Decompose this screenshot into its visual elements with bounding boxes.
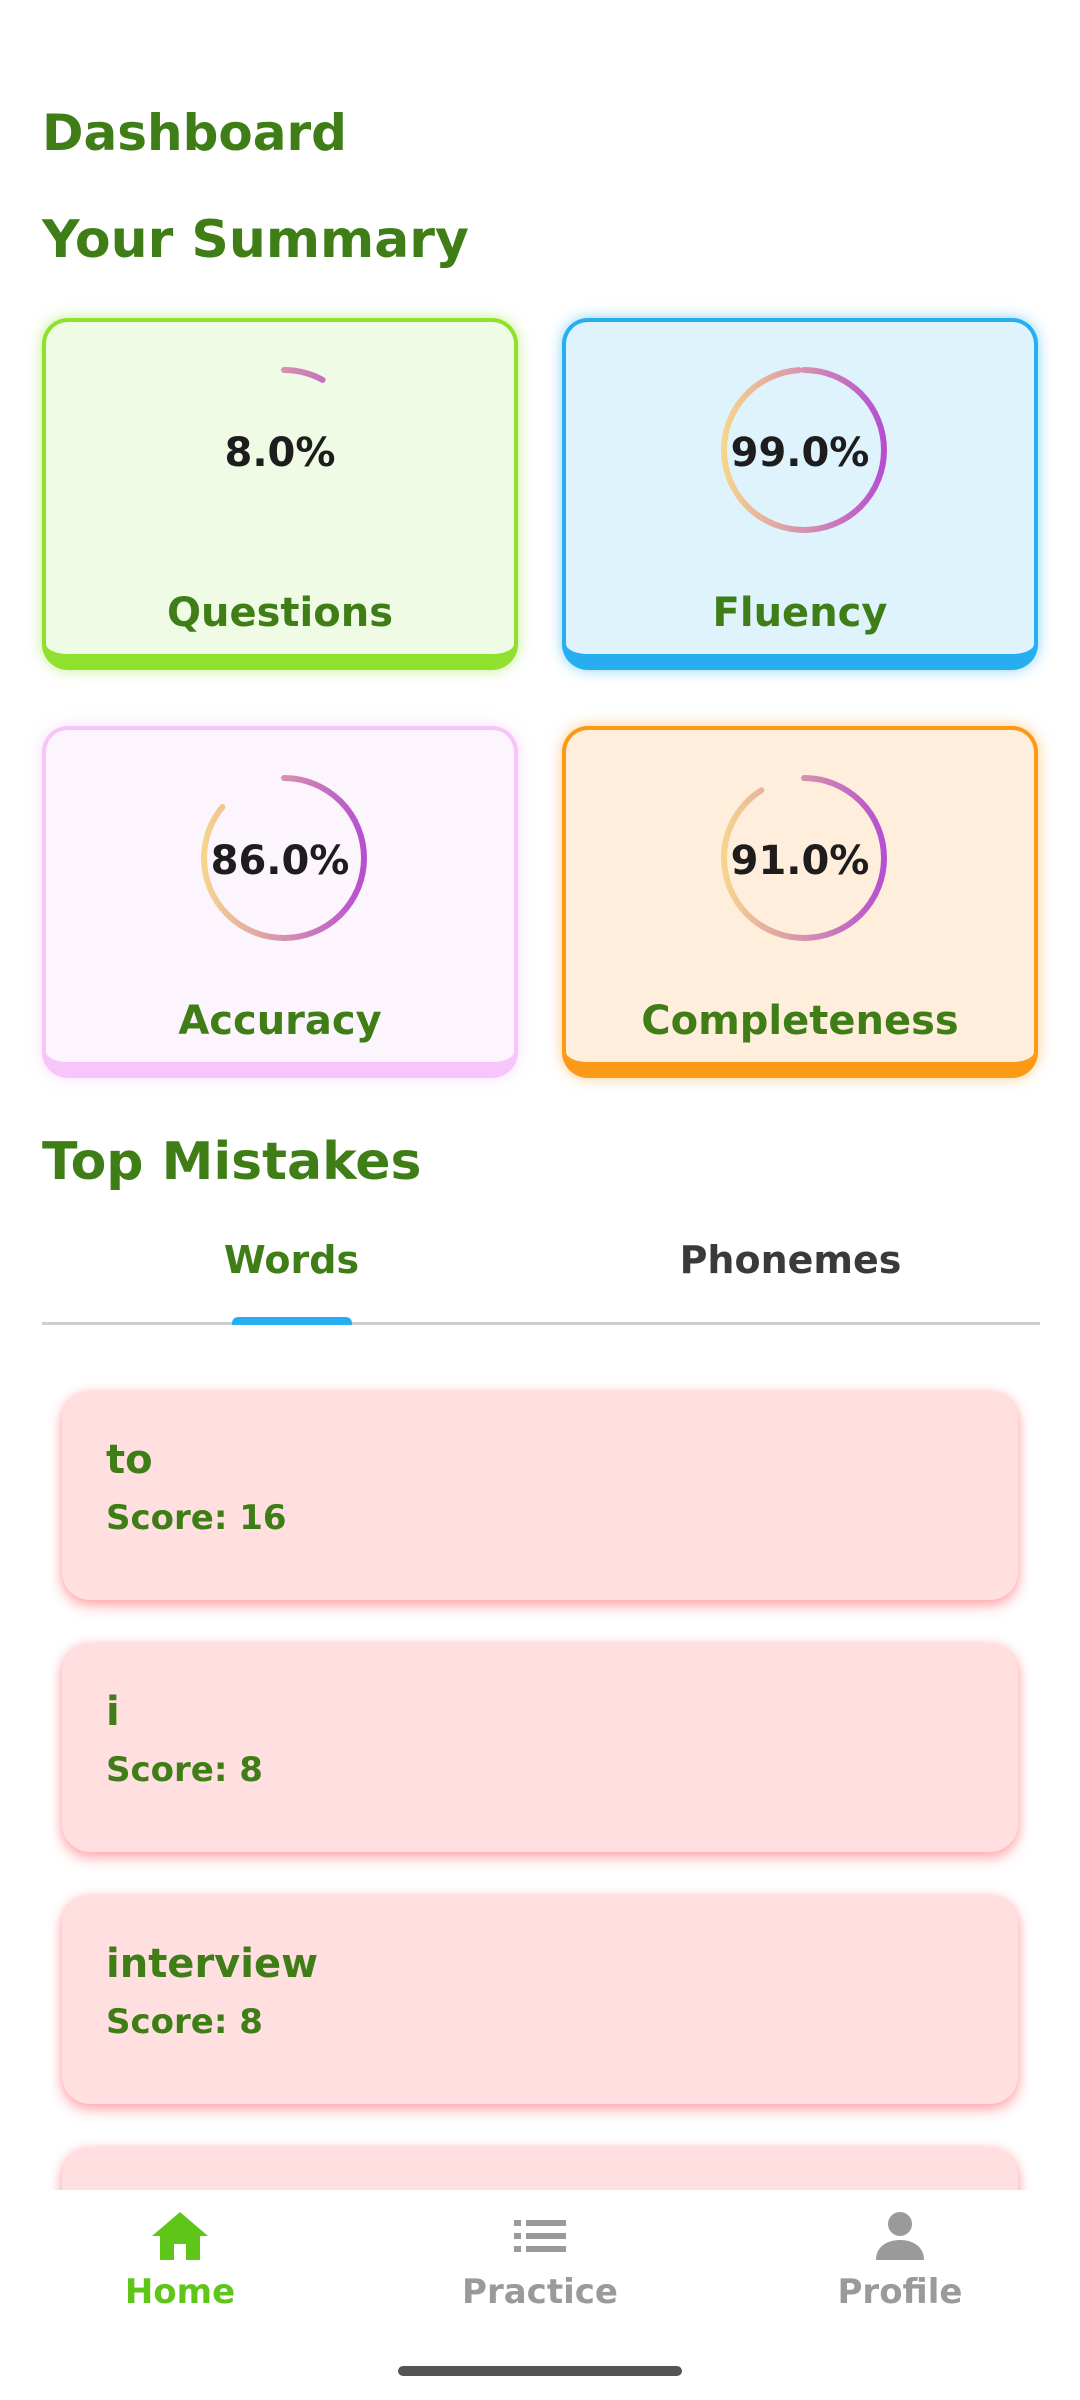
summary-label: Accuracy — [178, 998, 382, 1044]
summary-percent: 99.0% — [730, 430, 870, 476]
summary-percent: 86.0% — [210, 838, 350, 884]
mistake-word: to — [106, 1437, 153, 1483]
summary-percent: 8.0% — [224, 430, 336, 476]
nav-label: Home — [124, 2272, 236, 2312]
tab-label: Phonemes — [679, 1238, 902, 1282]
top-mistakes-title: Top Mistakes — [42, 1132, 422, 1192]
mistakes-tabs: Words Phonemes — [42, 1230, 1040, 1325]
summary-title: Your Summary — [42, 210, 469, 270]
tab-indicator — [232, 1317, 352, 1325]
nav-practice[interactable]: Practice — [420, 2210, 660, 2312]
page-title: Dashboard — [42, 104, 347, 162]
nav-label: Profile — [837, 2272, 963, 2312]
summary-card-fluency[interactable]: 99.0% Fluency — [562, 318, 1038, 670]
summary-percent: 91.0% — [730, 838, 870, 884]
summary-label: Completeness — [641, 998, 959, 1044]
person-icon — [876, 2212, 924, 2260]
summary-card-questions[interactable]: 8.0% Questions — [42, 318, 518, 670]
mistake-word: interview — [106, 1941, 319, 1987]
summary-label: Fluency — [712, 590, 888, 636]
mistake-item[interactable]: to Score: 16 — [62, 1392, 1018, 1600]
tab-phonemes[interactable]: Phonemes — [541, 1230, 1040, 1322]
dashboard-screen: Dashboard Your Summary 8.0% Questions 99… — [0, 0, 1080, 2400]
mistake-score: Score: 16 — [106, 1498, 287, 1538]
summary-card-accuracy[interactable]: 86.0% Accuracy — [42, 726, 518, 1078]
mistake-word: i — [106, 1689, 120, 1735]
tab-label: Words — [223, 1238, 360, 1282]
list-icon — [514, 2220, 566, 2252]
summary-card-completeness[interactable]: 91.0% Completeness — [562, 726, 1038, 1078]
mistake-score: Score: 8 — [106, 2002, 263, 2042]
mistake-item[interactable]: i Score: 8 — [62, 1644, 1018, 1852]
mistake-item[interactable]: interview Score: 8 — [62, 1896, 1018, 2104]
system-home-indicator — [398, 2366, 682, 2376]
nav-label: Practice — [462, 2272, 618, 2312]
nav-home[interactable]: Home — [60, 2210, 300, 2312]
nav-profile[interactable]: Profile — [780, 2210, 1020, 2312]
summary-label: Questions — [166, 590, 393, 636]
tab-words[interactable]: Words — [42, 1230, 541, 1322]
home-icon — [152, 2212, 208, 2260]
mistake-score: Score: 8 — [106, 1750, 263, 1790]
